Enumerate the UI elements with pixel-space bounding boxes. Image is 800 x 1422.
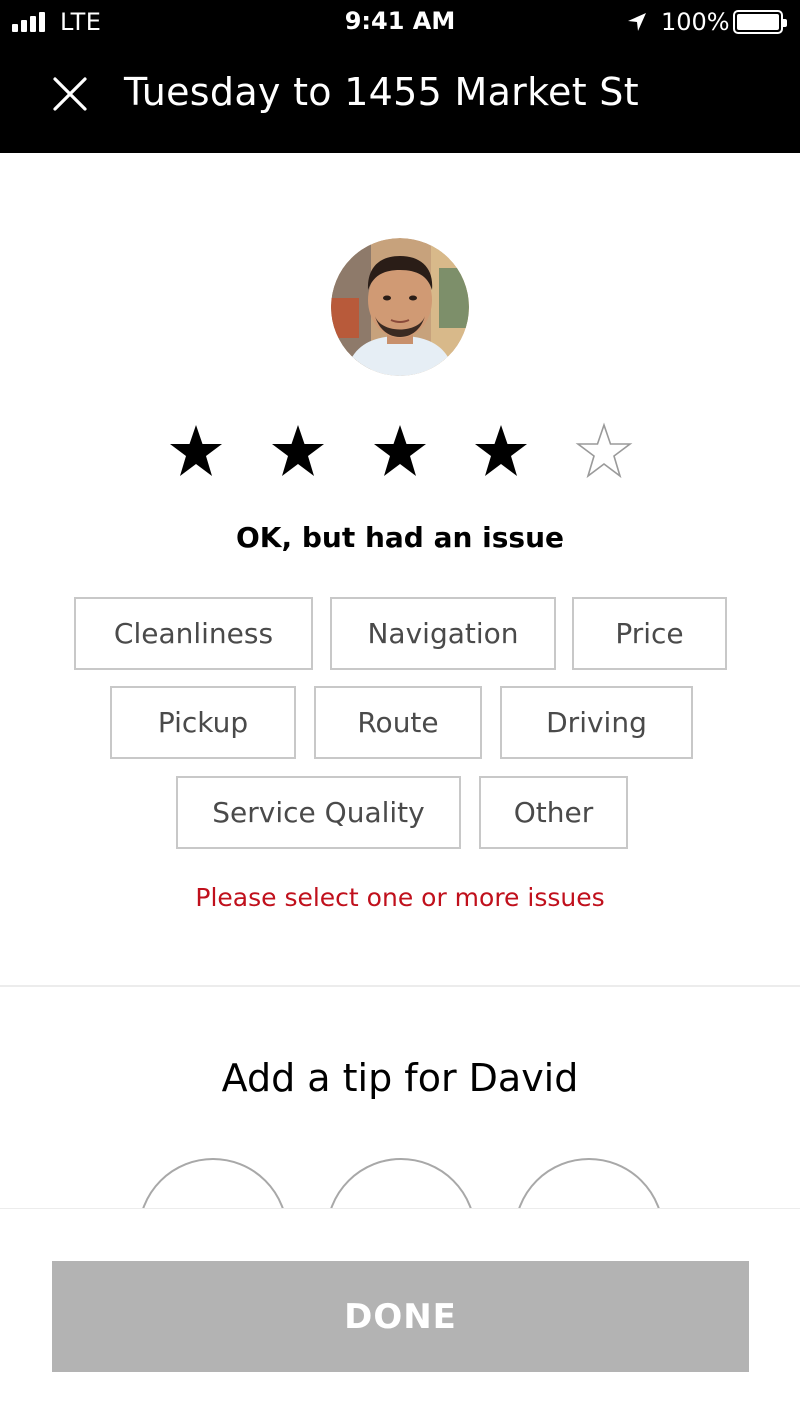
done-button[interactable]: DONE [52,1261,749,1372]
battery-percent: 100% [661,8,730,36]
rating-label: OK, but had an issue [235,521,565,554]
status-bar: LTE 9:41 AM 100% [0,0,800,44]
star-1-icon[interactable] [166,422,226,482]
issue-chip-driving[interactable]: Driving [500,686,693,759]
issue-chip-pickup[interactable]: Pickup [110,686,296,759]
star-4-icon[interactable] [471,422,531,482]
page-title: Tuesday to 1455 Market St [124,70,639,114]
issue-chip-cleanliness[interactable]: Cleanliness [74,597,313,670]
star-3-icon[interactable] [370,422,430,482]
footer: DONE [0,1208,800,1422]
star-rating [0,422,800,488]
issue-chip-route[interactable]: Route [314,686,482,759]
driver-avatar [331,238,469,376]
issue-chip-price[interactable]: Price [572,597,727,670]
issue-error-message: Please select one or more issues [195,883,605,912]
close-icon[interactable] [50,74,90,114]
issue-chip-navigation[interactable]: Navigation [330,597,556,670]
tip-option-1[interactable] [138,1158,288,1208]
issue-chip-service-quality[interactable]: Service Quality [176,776,461,849]
star-2-icon[interactable] [268,422,328,482]
tip-title: Add a tip for David [221,1056,579,1100]
battery-icon [733,10,787,34]
tip-option-3[interactable] [514,1158,664,1208]
top-bar: LTE 9:41 AM 100% Tuesday to 1455 Market … [0,0,800,153]
tip-option-2[interactable] [326,1158,476,1208]
section-divider [0,985,800,987]
issue-chip-other[interactable]: Other [479,776,628,849]
location-arrow-icon [628,13,646,31]
star-5-icon[interactable] [574,422,634,482]
tip-options [0,1140,800,1208]
